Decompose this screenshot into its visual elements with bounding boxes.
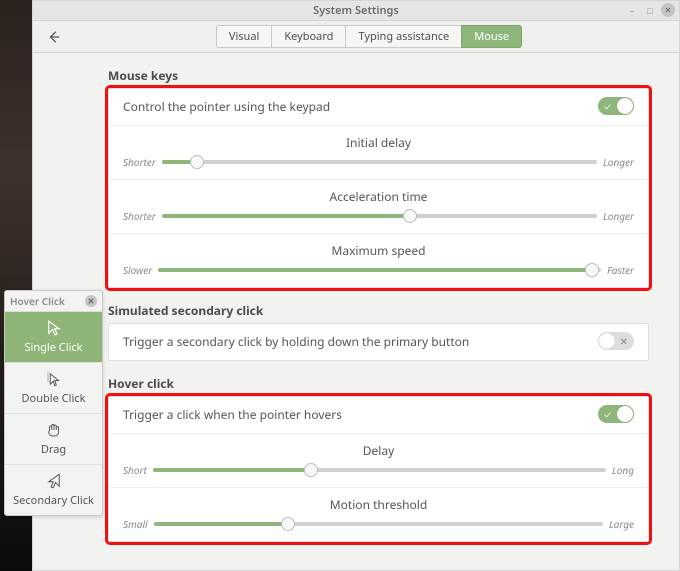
window-controls — [625, 3, 675, 17]
initial-delay-caption: Initial delay — [123, 134, 634, 151]
palette-item-drag[interactable]: Drag — [5, 414, 102, 465]
content-area: Mouse keys Control the pointer using the… — [33, 53, 679, 570]
motion-threshold-slider[interactable] — [154, 522, 603, 526]
motion-threshold-caption: Motion threshold — [123, 496, 634, 513]
row-acceleration-time: Acceleration time Shorter Longer — [109, 180, 648, 234]
acceleration-time-slider[interactable] — [162, 214, 597, 218]
arrow-left-icon — [47, 30, 61, 44]
cursor-icon — [45, 319, 63, 337]
window-maximize-button[interactable] — [643, 3, 657, 17]
sim-secondary-toggle[interactable] — [598, 332, 634, 350]
tab-mouse[interactable]: Mouse — [461, 25, 522, 48]
maximum-speed-right-label: Faster — [607, 263, 634, 277]
settings-window: System Settings Visual Keyboard Typing a… — [32, 0, 680, 571]
palette-titlebar: Hover Click ✕ — [5, 291, 102, 312]
window-title: System Settings — [313, 3, 399, 18]
palette-item-secondary-click[interactable]: Secondary Click — [5, 465, 102, 515]
panel-mouse-keys: Control the pointer using the keypad Ini… — [108, 88, 649, 288]
palette-item-label: Single Click — [24, 340, 82, 355]
hover-trigger-label: Trigger a click when the pointer hovers — [123, 406, 342, 423]
palette-item-label: Double Click — [22, 391, 86, 406]
row-initial-delay: Initial delay Shorter Longer — [109, 126, 648, 180]
toolbar: Visual Keyboard Typing assistance Mouse — [33, 21, 679, 53]
row-maximum-speed: Maximum speed Slower Faster — [109, 234, 648, 287]
acceleration-time-left-label: Shorter — [123, 209, 156, 223]
hover-delay-left-label: Short — [123, 463, 147, 477]
hand-icon — [45, 421, 63, 439]
initial-delay-slider[interactable] — [162, 160, 597, 164]
control-pointer-label: Control the pointer using the keypad — [123, 98, 330, 115]
tab-typing-assistance[interactable]: Typing assistance — [345, 25, 462, 48]
hover-trigger-toggle[interactable] — [598, 405, 634, 423]
row-hover-delay: Delay Short Long — [109, 434, 648, 488]
row-sim-secondary: Trigger a secondary click by holding dow… — [109, 324, 648, 360]
palette-title: Hover Click — [10, 294, 65, 308]
acceleration-time-right-label: Longer — [603, 209, 634, 223]
palette-item-single-click[interactable]: Single Click — [5, 312, 102, 363]
maximum-speed-caption: Maximum speed — [123, 242, 634, 259]
control-pointer-toggle[interactable] — [598, 97, 634, 115]
back-button[interactable] — [41, 26, 67, 48]
panel-hover-click: Trigger a click when the pointer hovers … — [108, 396, 649, 542]
maximum-speed-slider[interactable] — [158, 268, 601, 272]
titlebar: System Settings — [33, 1, 679, 21]
sim-secondary-label: Trigger a secondary click by holding dow… — [123, 333, 469, 350]
section-title-sim-secondary: Simulated secondary click — [108, 302, 649, 319]
cursor-double-icon — [45, 370, 63, 388]
palette-item-label: Drag — [41, 442, 66, 457]
initial-delay-right-label: Longer — [603, 155, 634, 169]
row-motion-threshold: Motion threshold Small Large — [109, 488, 648, 541]
hover-delay-slider[interactable] — [153, 468, 606, 472]
section-title-mouse-keys: Mouse keys — [108, 67, 649, 84]
window-close-button[interactable] — [661, 3, 675, 17]
panel-sim-secondary: Trigger a secondary click by holding dow… — [108, 323, 649, 361]
tab-visual[interactable]: Visual — [216, 25, 273, 48]
palette-item-double-click[interactable]: Double Click — [5, 363, 102, 414]
section-title-hover-click: Hover click — [108, 375, 649, 392]
hover-click-palette: Hover Click ✕ Single Click Double Click … — [4, 290, 103, 516]
palette-close-button[interactable]: ✕ — [85, 295, 97, 307]
motion-threshold-left-label: Small — [123, 517, 148, 531]
motion-threshold-right-label: Large — [609, 517, 634, 531]
initial-delay-left-label: Shorter — [123, 155, 156, 169]
acceleration-time-caption: Acceleration time — [123, 188, 634, 205]
row-control-pointer: Control the pointer using the keypad — [109, 89, 648, 126]
window-minimize-button[interactable] — [625, 3, 639, 17]
tab-bar: Visual Keyboard Typing assistance Mouse — [216, 25, 522, 48]
tab-keyboard[interactable]: Keyboard — [271, 25, 346, 48]
cursor-right-icon — [45, 472, 63, 490]
maximum-speed-left-label: Slower — [123, 263, 152, 277]
hover-delay-right-label: Long — [612, 463, 634, 477]
hover-delay-caption: Delay — [123, 442, 634, 459]
row-hover-trigger: Trigger a click when the pointer hovers — [109, 397, 648, 434]
palette-item-label: Secondary Click — [13, 493, 94, 508]
